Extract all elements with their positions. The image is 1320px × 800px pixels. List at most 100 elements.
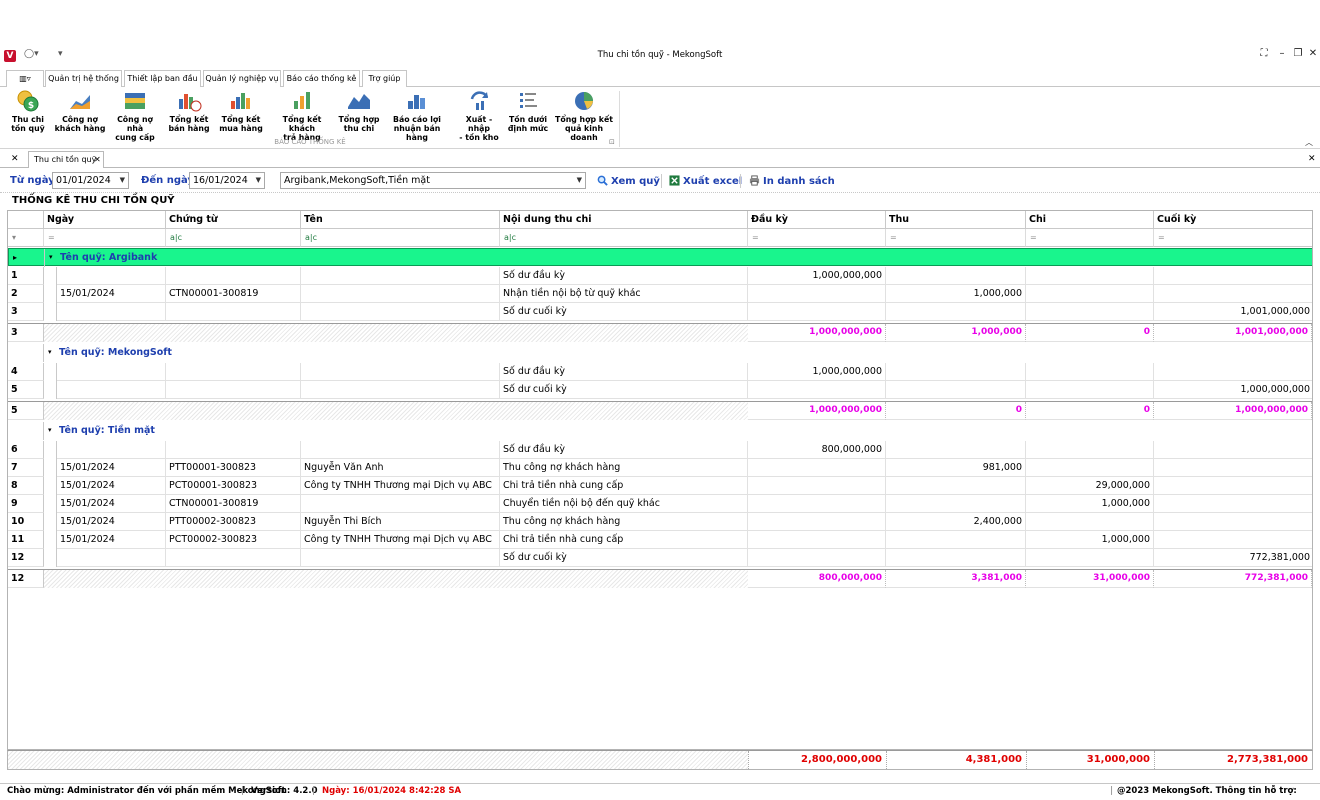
cell-ten[interactable]: Nguyễn Văn Anh (301, 459, 500, 477)
table-row[interactable]: 12 Số dư cuối kỳ 772,381,000 (8, 549, 1312, 567)
cell-noi-dung[interactable]: Số dư cuối kỳ (500, 381, 748, 399)
cell-chi[interactable] (1026, 549, 1154, 567)
cell-chung-tu[interactable] (166, 267, 301, 285)
cell-cuoi-ky[interactable] (1154, 267, 1312, 285)
cell-ngay[interactable] (57, 381, 166, 399)
cell-chung-tu[interactable]: PTT00001-300823 (166, 459, 301, 477)
tab-thiet-lap-ban-dau[interactable]: Thiết lập ban đầu (124, 70, 201, 88)
cell-thu[interactable] (886, 531, 1026, 549)
cell-chung-tu[interactable]: CTN00001-300819 (166, 285, 301, 303)
cell-dau-ky[interactable] (748, 459, 886, 477)
cell-dau-ky[interactable] (748, 477, 886, 495)
col-header-thu[interactable]: Thu (886, 211, 1026, 229)
app-menu-button[interactable]: ▥▿ (6, 70, 44, 88)
minimize-icon[interactable]: – (1275, 48, 1289, 59)
cell-thu[interactable] (886, 549, 1026, 567)
cell-ngay[interactable]: 15/01/2024 (57, 477, 166, 495)
cell-thu[interactable] (886, 267, 1026, 285)
cell-ten[interactable] (301, 441, 500, 459)
cell-ten[interactable] (301, 303, 500, 321)
cell-noi-dung[interactable]: Nhận tiền nội bộ từ quỹ khác (500, 285, 748, 303)
tong-hop-ket-qua-kinh-doanh-button[interactable]: Tổng hợp kết quả kinh doanh (552, 89, 616, 142)
cell-cuoi-ky[interactable] (1154, 495, 1312, 513)
tong-ket-ban-hang-button[interactable]: Tổng kết bán hàng (166, 89, 212, 133)
cell-ngay[interactable]: 15/01/2024 (57, 495, 166, 513)
close-icon[interactable]: ✕ (1306, 48, 1320, 59)
cell-chung-tu[interactable] (166, 363, 301, 381)
cell-noi-dung[interactable]: Số dư đầu kỳ (500, 363, 748, 381)
col-header-chi[interactable]: Chi (1026, 211, 1154, 229)
cell-ten[interactable]: Nguyễn Thi Bích (301, 513, 500, 531)
cell-thu[interactable]: 981,000 (886, 459, 1026, 477)
chevron-down-icon[interactable]: ▼ (120, 173, 125, 188)
filter-cell-chung-tu[interactable]: a|c (166, 229, 301, 247)
tong-ket-mua-hang-button[interactable]: Tổng kết mua hàng (218, 89, 264, 133)
cell-chi[interactable]: 1,000,000 (1026, 531, 1154, 549)
cell-cuoi-ky[interactable] (1154, 285, 1312, 303)
cell-noi-dung[interactable]: Chi trả tiền nhà cung cấp (500, 531, 748, 549)
cell-cuoi-ky[interactable] (1154, 477, 1312, 495)
tab-tro-giup[interactable]: Trợ giúp (362, 70, 407, 88)
table-row[interactable]: 4 Số dư đầu kỳ 1,000,000,000 (8, 363, 1312, 381)
cell-ngay[interactable]: 15/01/2024 (57, 285, 166, 303)
table-row[interactable]: 9 15/01/2024 CTN00001-300819 Chuyển tiền nộ… (8, 495, 1312, 513)
from-date-input[interactable]: 01/01/2024 ▼ (52, 172, 129, 189)
cell-chi[interactable] (1026, 381, 1154, 399)
cell-ngay[interactable]: 15/01/2024 (57, 513, 166, 531)
collapse-group-icon[interactable]: ▾ (48, 344, 52, 361)
cell-ten[interactable] (301, 267, 500, 285)
cell-dau-ky[interactable] (748, 549, 886, 567)
cell-chung-tu[interactable]: PCT00001-300823 (166, 477, 301, 495)
cell-chi[interactable]: 1,000,000 (1026, 495, 1154, 513)
col-header-cuoi-ky[interactable]: Cuối kỳ (1154, 211, 1312, 229)
group-expand-icon[interactable]: ⊡ (609, 138, 615, 146)
cell-ten[interactable] (301, 285, 500, 303)
cell-chung-tu[interactable] (166, 441, 301, 459)
cell-ten[interactable] (301, 549, 500, 567)
col-header-dau-ky[interactable]: Đầu kỳ (748, 211, 886, 229)
funds-select[interactable]: Argibank,MekongSoft,Tiền mặt ▼ (280, 172, 586, 189)
cell-ten[interactable]: Công ty TNHH Thương mại Dịch vụ ABC (301, 477, 500, 495)
cell-ngay[interactable] (57, 267, 166, 285)
tong-ket-khach-tra-hang-button[interactable]: Tổng kết khách trả hàng (270, 89, 334, 142)
cell-noi-dung[interactable]: Chuyển tiền nội bộ đến quỹ khác (500, 495, 748, 513)
cell-thu[interactable]: 1,000,000 (886, 285, 1026, 303)
col-header-ten[interactable]: Tên (301, 211, 500, 229)
chevron-down-icon[interactable]: ▼ (256, 173, 261, 188)
cell-chung-tu[interactable]: PCT00002-300823 (166, 531, 301, 549)
cell-dau-ky[interactable]: 1,000,000,000 (748, 363, 886, 381)
close-all-tabs-icon[interactable]: ✕ (11, 154, 19, 164)
cell-thu[interactable] (886, 303, 1026, 321)
cell-ngay[interactable] (57, 441, 166, 459)
export-excel-button[interactable]: Xuất excel (669, 175, 742, 187)
chevron-down-icon[interactable]: ▼ (577, 173, 582, 188)
cell-thu[interactable] (886, 477, 1026, 495)
thu-chi-ton-quy-button[interactable]: $ Thu chi tồn quỹ (6, 89, 50, 133)
cell-chi[interactable] (1026, 441, 1154, 459)
cell-dau-ky[interactable]: 1,000,000,000 (748, 267, 886, 285)
cell-ngay[interactable]: 15/01/2024 (57, 459, 166, 477)
cell-chung-tu[interactable]: PTT00002-300823 (166, 513, 301, 531)
table-row[interactable]: 1 Số dư đầu kỳ 1,000,000,000 (8, 267, 1312, 285)
collapse-group-icon[interactable]: ▾ (49, 249, 53, 266)
cell-thu[interactable] (886, 441, 1026, 459)
filter-cell-cuoi-ky[interactable]: = (1154, 229, 1312, 247)
filter-cell-ngay[interactable]: = (44, 229, 166, 247)
table-row[interactable]: 8 15/01/2024 PCT00001-300823 Công ty TNHH T… (8, 477, 1312, 495)
cell-dau-ky[interactable] (748, 303, 886, 321)
cell-ten[interactable] (301, 495, 500, 513)
cell-noi-dung[interactable]: Số dư cuối kỳ (500, 303, 748, 321)
cell-noi-dung[interactable]: Số dư cuối kỳ (500, 549, 748, 567)
cell-chi[interactable]: 29,000,000 (1026, 477, 1154, 495)
tab-quan-tri-he-thong[interactable]: Quản trị hệ thống (45, 70, 122, 88)
table-row[interactable]: 5 Số dư cuối kỳ 1,000,000,000 (8, 381, 1312, 399)
tong-hop-thu-chi-button[interactable]: Tổng hợp thu chi (337, 89, 381, 133)
doc-tab-close-icon[interactable]: ✕ (94, 155, 101, 164)
filter-cell-noi-dung[interactable]: a|c (500, 229, 748, 247)
fullscreen-icon[interactable]: ⛶ (1257, 48, 1271, 59)
cell-ten[interactable] (301, 363, 500, 381)
cell-dau-ky[interactable] (748, 381, 886, 399)
table-row[interactable]: 11 15/01/2024 PCT00002-300823 Công ty TNHH … (8, 531, 1312, 549)
table-row[interactable]: 10 15/01/2024 PTT00002-300823 Nguyễn Thi Bí… (8, 513, 1312, 531)
cell-cuoi-ky[interactable] (1154, 531, 1312, 549)
